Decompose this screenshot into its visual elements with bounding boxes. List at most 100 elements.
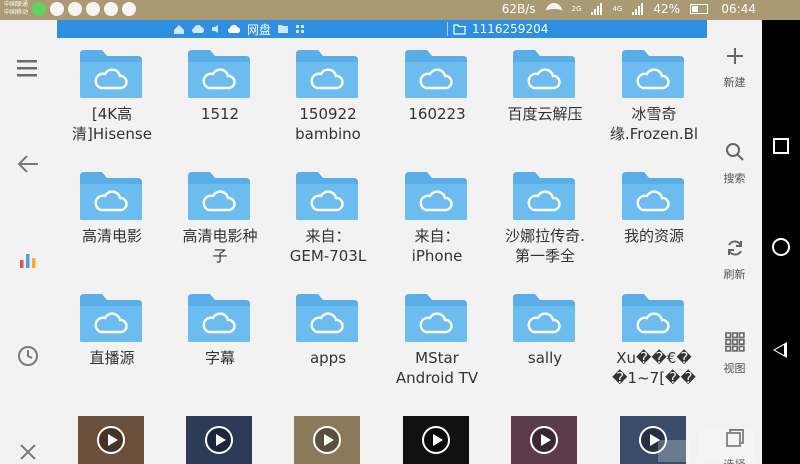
- back-button-icon[interactable]: [773, 342, 787, 358]
- folder-cloud-icon: [405, 172, 467, 220]
- folder-item[interactable]: 字幕: [165, 282, 275, 392]
- folder-label: 160223: [408, 105, 466, 123]
- plus-icon: [707, 46, 762, 72]
- search-button[interactable]: 搜索: [707, 142, 762, 186]
- folder-label: 高清电影: [81, 227, 142, 245]
- home-icon: [174, 24, 184, 34]
- folder-label: Xu��€� �1~7[��: [612, 349, 696, 387]
- right-toolbar: 新建 搜索 刷新 视图 选择: [707, 20, 762, 464]
- folder-label: MStar Android TV: [395, 349, 479, 387]
- folder-label: apps: [309, 349, 347, 367]
- net-type-1: 2G: [571, 5, 582, 13]
- folder-item[interactable]: sally: [490, 282, 600, 392]
- folder-item[interactable]: 冰雪奇 缘.Frozen.Bl: [599, 38, 709, 148]
- search-icon: [707, 142, 762, 168]
- tab-separator: [447, 22, 448, 36]
- chat-notification-icon: [50, 2, 64, 16]
- folder-item[interactable]: 1512: [165, 38, 275, 148]
- folder-item[interactable]: [4K高 清]Hisense: [57, 38, 167, 148]
- play-icon: [422, 426, 450, 454]
- tab-netdisk[interactable]: 网盘: [173, 20, 305, 38]
- carrier-1: 中国联通: [4, 1, 29, 8]
- home-button-icon[interactable]: [772, 238, 790, 256]
- chat-notification-icon: [104, 2, 118, 16]
- status-right: 62B/s 2G 4G 42%: [502, 2, 708, 16]
- video-thumbnail[interactable]: [511, 416, 577, 464]
- folder-label: 1512: [200, 105, 240, 123]
- folder-item[interactable]: 160223: [382, 38, 492, 148]
- close-icon[interactable]: [14, 438, 42, 464]
- folder-label: 冰雪奇 缘.Frozen.Bl: [609, 105, 699, 143]
- folder-cloud-icon: [296, 294, 358, 342]
- folder-label: 百度云解压: [507, 105, 583, 123]
- folder-cloud-icon: [622, 50, 684, 98]
- wifi-icon: [545, 3, 562, 15]
- play-icon: [205, 426, 233, 454]
- chat-notification-icon: [122, 2, 136, 16]
- history-clock-icon[interactable]: [14, 342, 42, 370]
- folder-label: 直播源: [89, 349, 135, 367]
- folder-item[interactable]: 沙娜拉传奇. 第一季全: [490, 160, 600, 270]
- folder-label: 来自： iPhone: [411, 227, 463, 265]
- clock: 06:44: [721, 2, 756, 16]
- folder-item[interactable]: 高清电影种 子: [165, 160, 275, 270]
- folder-cloud-icon: [296, 50, 358, 98]
- folder-item[interactable]: Xu��€� �1~7[��: [599, 282, 709, 392]
- signal-icon: [591, 3, 603, 15]
- video-thumbnail[interactable]: [294, 416, 360, 464]
- folder-item[interactable]: 150922 bambino: [273, 38, 383, 148]
- cloud-icon: [191, 24, 205, 34]
- refresh-icon: [707, 238, 762, 264]
- search-label: 搜索: [723, 172, 746, 185]
- grid-view-icon: [707, 332, 762, 358]
- folder-cloud-icon: [80, 172, 142, 220]
- folder-cloud-icon: [80, 294, 142, 342]
- play-icon: [530, 426, 558, 454]
- folder-label: [4K高 清]Hisense: [72, 105, 152, 143]
- folder-cloud-icon: [513, 172, 575, 220]
- folder-item[interactable]: 来自： iPhone: [382, 160, 492, 270]
- folder-item[interactable]: 直播源: [57, 282, 167, 392]
- folder-item[interactable]: 我的资源: [599, 160, 709, 270]
- folder-item[interactable]: 高清电影: [57, 160, 167, 270]
- folder-item[interactable]: apps: [273, 282, 383, 392]
- folder-label: 字幕: [204, 349, 235, 367]
- video-thumbnail[interactable]: [78, 416, 144, 464]
- back-arrow-icon[interactable]: [14, 150, 42, 178]
- folder-cloud-icon: [188, 172, 250, 220]
- status-bar: 中国联通 中国移动 62B/s 2G 4G 42% 06:44: [0, 0, 800, 20]
- folder-cloud-icon: [513, 294, 575, 342]
- menu-icon[interactable]: [14, 54, 42, 82]
- file-grid: [4K高 清]Hisense 1512 150922 bambino 160223 百度…: [57, 38, 707, 464]
- recent-apps-icon[interactable]: [773, 138, 789, 154]
- new-button[interactable]: 新建: [707, 46, 762, 90]
- folder-item[interactable]: 百度云解压: [490, 38, 600, 148]
- folder-cloud-icon: [296, 172, 358, 220]
- signal-icon: [632, 3, 644, 15]
- folder-item[interactable]: 来自： GEM-703L: [273, 160, 383, 270]
- tab-account[interactable]: 1116259204: [453, 20, 548, 38]
- folder-cloud-icon: [188, 50, 250, 98]
- analytics-icon[interactable]: [14, 246, 42, 274]
- folder-label: sally: [527, 349, 563, 367]
- net-speed: 62B/s: [501, 2, 536, 16]
- folder-cloud-icon: [188, 294, 250, 342]
- chat-notification-icon: [86, 2, 100, 16]
- battery-icon: [690, 4, 708, 14]
- folder-item[interactable]: MStar Android TV: [382, 282, 492, 392]
- refresh-button[interactable]: 刷新: [707, 238, 762, 282]
- folder-cloud-icon: [622, 294, 684, 342]
- notification-icons: [32, 2, 136, 16]
- video-thumbnail[interactable]: [403, 416, 469, 464]
- net-type-2: 4G: [612, 5, 623, 13]
- folder-label: 来自： GEM-703L: [289, 227, 367, 265]
- refresh-label: 刷新: [723, 268, 746, 281]
- sound-icon: [212, 25, 218, 33]
- view-button[interactable]: 视图: [707, 332, 762, 376]
- video-thumbnail[interactable]: [186, 416, 252, 464]
- folder-label: 我的资源: [623, 227, 684, 245]
- folder-cloud-icon: [405, 294, 467, 342]
- tab-bar: 网盘 1116259204: [57, 20, 707, 38]
- cloud-icon: [227, 24, 241, 34]
- play-icon: [313, 426, 341, 454]
